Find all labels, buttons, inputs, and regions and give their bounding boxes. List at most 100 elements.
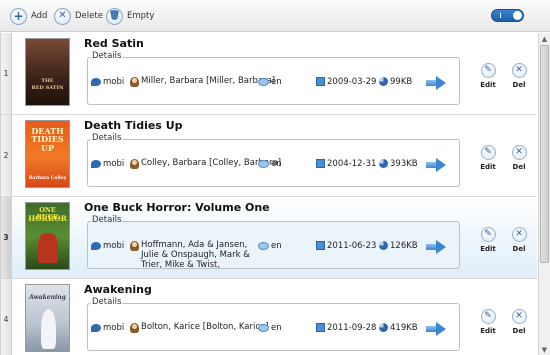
del-label: Del [512,327,526,335]
toggle-bar [500,13,501,18]
view-toggle[interactable] [491,9,524,22]
language-field: en [258,241,282,251]
scroll-up-icon[interactable]: ▲ [539,33,550,44]
date-value: 2011-09-28 [327,323,377,333]
plus-icon: + [10,7,27,25]
row-number: 4 [1,279,12,355]
scrollbar-thumb[interactable] [540,45,549,263]
edit-button[interactable]: ✎ Edit [475,63,501,89]
format-value: mobi [103,77,125,87]
book-title: One Buck Horror: Volume One [84,201,270,214]
empty-button[interactable]: 🗑 Empty [106,6,154,26]
details-label: Details [91,215,123,225]
size-field: 126KB [379,241,418,251]
author-value: Hoffmann, Ada & Jansen, Julie & Onspaugh… [141,240,250,270]
book-cover: THE RED SATIN [25,38,70,106]
cover-text: Barbara Colley [28,176,67,181]
edit-label: Edit [480,81,496,89]
tag-icon [91,78,101,86]
speech-icon [258,242,269,250]
calendar-icon [316,77,325,86]
add-button[interactable]: + Add [10,6,47,26]
author-field: Miller, Barbara [Miller, Barbara] [130,76,276,87]
book-title: Red Satin [84,37,144,50]
table-row[interactable]: 4 Awakening Awakening Details mobi Bolto… [1,279,537,355]
table-row[interactable]: 1 THE RED SATIN Red Satin Details mobi M… [1,33,537,115]
tag-icon [91,324,101,332]
edit-label: Edit [480,163,496,171]
edit-button[interactable]: ✎ Edit [475,145,501,171]
size-value: 393KB [390,159,418,169]
open-arrow-icon[interactable] [426,240,446,254]
cover-text: HORROR [28,214,67,223]
cover-text: RED SATIN [31,85,64,91]
format-value: mobi [103,159,125,169]
book-list: 1 THE RED SATIN Red Satin Details mobi M… [0,33,537,355]
pie-icon [379,77,388,86]
date-field: 2004-12-31 [316,159,376,169]
size-field: 419KB [379,323,418,333]
speech-icon [258,78,269,86]
details-box: Details mobi Hoffmann, Ada & Jansen, Jul… [87,215,460,270]
format-value: mobi [103,241,125,251]
user-icon [130,323,139,333]
language-value: en [271,323,282,333]
date-value: 2011-06-23 [327,241,377,251]
close-icon: ✕ [54,7,71,25]
user-icon [130,159,139,169]
edit-button[interactable]: ✎ Edit [475,227,501,253]
pencil-icon: ✎ [480,309,496,324]
row-number: 2 [1,115,12,196]
del-button[interactable]: ✕ Del [506,227,532,253]
table-row[interactable]: 2 DEATH TIDIES UP Barbara Colley Death T… [1,115,537,197]
details-label: Details [91,51,123,61]
user-icon [130,241,139,251]
author-field: Hoffmann, Ada & Jansen, Julie & Onspaugh… [130,240,256,270]
format-field: mobi [91,323,124,333]
row-number: 3 [1,197,12,278]
toggle-knob [513,11,522,20]
del-button[interactable]: ✕ Del [506,145,532,171]
delete-button[interactable]: ✕ Delete [54,6,103,26]
pie-icon [379,323,388,332]
language-field: en [258,323,282,333]
user-icon [130,77,139,87]
language-field: en [258,77,282,87]
edit-button[interactable]: ✎ Edit [475,309,501,335]
date-value: 2004-12-31 [327,159,377,169]
trash-icon: 🗑 [106,7,123,25]
del-label: Del [512,163,526,171]
empty-label: Empty [127,11,155,21]
calendar-icon [316,159,325,168]
book-cover: DEATH TIDIES UP Barbara Colley [25,120,70,188]
delete-label: Delete [75,11,103,21]
size-field: 393KB [379,159,418,169]
author-value: Miller, Barbara [Miller, Barbara] [141,76,276,86]
calendar-icon [316,323,325,332]
table-row[interactable]: 3 ONE BUCK HORROR One Buck Horror: Volum… [1,197,537,279]
vertical-scrollbar[interactable]: ▲ ▼ [538,33,550,355]
open-arrow-icon[interactable] [426,322,446,336]
book-cover: Awakening [25,284,70,352]
details-box: Details mobi Colley, Barbara [Colley, Ba… [87,133,460,187]
toolbar: + Add ✕ Delete 🗑 Empty [0,0,550,32]
format-field: mobi [91,241,124,251]
author-field: Bolton, Karice [Bolton, Karice] [130,322,269,333]
tag-icon [91,160,101,168]
size-field: 99KB [379,77,412,87]
del-button[interactable]: ✕ Del [506,63,532,89]
size-value: 419KB [390,323,418,333]
close-icon: ✕ [511,227,527,242]
open-arrow-icon[interactable] [426,76,446,90]
format-field: mobi [91,77,124,87]
open-arrow-icon[interactable] [426,158,446,172]
del-button[interactable]: ✕ Del [506,309,532,335]
close-icon: ✕ [511,63,527,78]
edit-label: Edit [480,245,496,253]
cover-text: Awakening [29,294,66,301]
scroll-down-icon[interactable]: ▼ [539,344,550,355]
size-value: 99KB [390,77,413,87]
language-field: en [258,159,282,169]
pencil-icon: ✎ [480,145,496,160]
close-icon: ✕ [511,145,527,160]
